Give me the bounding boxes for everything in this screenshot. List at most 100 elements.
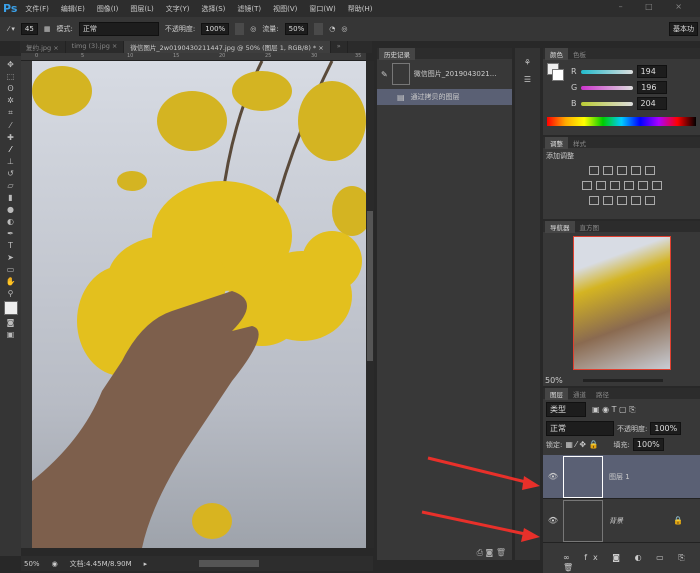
screen-mode-icon[interactable]: ▣ xyxy=(7,330,15,339)
eyedropper-icon[interactable]: ⁄ xyxy=(10,121,11,130)
brush-size-picker[interactable]: 45 xyxy=(20,23,38,35)
menu-file[interactable]: 文件(F) xyxy=(25,4,49,14)
opacity-dropdown[interactable] xyxy=(235,23,245,35)
zoom-tool-icon[interactable]: ⚲ xyxy=(8,289,14,298)
menu-edit[interactable]: 编辑(E) xyxy=(61,4,85,14)
tab-paths[interactable]: 路径 xyxy=(591,388,614,400)
tab-channels[interactable]: 通道 xyxy=(568,388,591,400)
lock-icons[interactable]: ▦ ⁄ ✥ 🔒 xyxy=(565,440,598,449)
layer-opacity-field[interactable]: 100% xyxy=(650,422,682,435)
path-select-icon[interactable]: ➤ xyxy=(7,253,14,262)
layers-footer-icons[interactable]: ∞ fx ◙ ◐ ▭ ⎘ 🗑 xyxy=(563,553,700,572)
green-value[interactable]: 196 xyxy=(637,81,668,94)
quick-mask-icon[interactable]: ◙ xyxy=(7,318,15,327)
marquee-tool-icon[interactable]: ⬚ xyxy=(7,72,15,81)
tabs-overflow[interactable]: » xyxy=(331,41,348,53)
move-tool-icon[interactable]: ✥ xyxy=(7,60,14,69)
color-swatches-icon[interactable] xyxy=(3,301,18,315)
healing-brush-icon[interactable]: ✚ xyxy=(7,133,14,142)
mode-label: 模式: xyxy=(56,25,73,33)
tab-doc-active[interactable]: 微信图片_2w0190430211447.jpg @ 50% (图层 1, RG… xyxy=(124,41,331,53)
menu-help[interactable]: 帮助(H) xyxy=(348,4,373,14)
doc-size: 文档:4.45M/8.90M xyxy=(69,559,132,568)
layer-filter-icons[interactable]: ▣ ◉ T ▢ ⎘ xyxy=(592,405,636,415)
background-color[interactable] xyxy=(552,69,564,81)
brush-panel-icon[interactable]: ▦ xyxy=(44,25,51,33)
menu-image[interactable]: 图像(I) xyxy=(97,4,119,14)
magic-wand-icon[interactable]: ✲ xyxy=(7,96,14,105)
tab-doc-1[interactable]: 复约.jpg × xyxy=(20,41,66,53)
menu-select[interactable]: 选择(S) xyxy=(201,4,225,14)
flow-field[interactable]: 50% xyxy=(284,23,309,35)
tab-history[interactable]: 历史记录 xyxy=(379,47,415,60)
pressure-opacity-icon[interactable]: ◎ xyxy=(250,25,256,33)
canvas-vertical-scrollbar[interactable] xyxy=(366,61,374,548)
tab-adjustments[interactable]: 调整 xyxy=(545,136,568,149)
layer-name[interactable]: 图层 1 xyxy=(609,472,630,482)
adjustments-panel: 调整 样式 添加调整 xyxy=(543,136,700,219)
history-brush-source-icon[interactable]: ✎ xyxy=(381,70,388,79)
document-canvas[interactable] xyxy=(32,61,366,548)
menu-layer[interactable]: 图层(L) xyxy=(130,4,153,14)
type-tool-icon[interactable]: T xyxy=(8,241,13,250)
layer-row-layer1[interactable]: 👁 图层 1 xyxy=(543,455,700,499)
brush-tool-icon[interactable]: ⁄ ▾ xyxy=(8,25,15,33)
history-footer-icons[interactable]: ⎙ ◙ 🗑 xyxy=(477,548,506,558)
dodge-tool-icon[interactable]: ◐ xyxy=(7,217,14,226)
opacity-field[interactable]: 100% xyxy=(201,23,230,35)
pen-tool-icon[interactable]: ✒ xyxy=(7,229,14,238)
menu-type[interactable]: 文字(Y) xyxy=(166,4,190,14)
history-state[interactable]: ▤ 通过拷贝的图层 xyxy=(377,89,512,105)
window-controls[interactable]: – □ × xyxy=(619,2,692,11)
pressure-size-icon[interactable]: ◎ xyxy=(341,25,347,33)
shape-tool-icon[interactable]: ▭ xyxy=(7,265,15,274)
menu-window[interactable]: 窗口(W) xyxy=(309,4,335,14)
layer-name[interactable]: 背景 xyxy=(609,516,623,526)
brush-presets-icon[interactable]: ⚘ xyxy=(515,58,540,67)
crop-tool-icon[interactable]: ⌗ xyxy=(8,108,13,118)
stamp-tool-icon[interactable]: ⊥ xyxy=(7,157,14,166)
canvas-horizontal-scrollbar[interactable] xyxy=(199,560,260,567)
navigator-zoom-slider[interactable] xyxy=(582,379,663,382)
status-info-icon[interactable]: ◉ xyxy=(52,560,58,568)
lasso-tool-icon[interactable]: ʘ xyxy=(7,84,13,93)
layer-filter-select[interactable]: 类型 xyxy=(546,402,586,417)
tab-doc-2[interactable]: timg (3).jpg × xyxy=(66,41,125,53)
navigator-preview[interactable] xyxy=(572,236,671,370)
blue-value[interactable]: 204 xyxy=(636,97,667,110)
adjustment-icons[interactable] xyxy=(543,164,700,209)
fill-label: 填充: xyxy=(613,440,630,449)
status-menu-arrow[interactable]: ▸ xyxy=(144,560,148,568)
menu-view[interactable]: 视图(V) xyxy=(273,4,297,14)
tab-navigator[interactable]: 导航器 xyxy=(545,220,575,233)
brush-tool-icon[interactable]: ⁄ xyxy=(10,145,11,154)
color-spectrum[interactable] xyxy=(547,117,696,126)
flow-dropdown[interactable] xyxy=(314,23,324,35)
visibility-eye-icon[interactable]: 👁 xyxy=(543,472,563,481)
zoom-level[interactable]: 50% xyxy=(24,560,40,568)
tab-styles[interactable]: 样式 xyxy=(568,137,591,149)
airbrush-icon[interactable]: ◔ xyxy=(329,25,335,33)
workspace-button[interactable]: 基本功 xyxy=(669,22,698,36)
blur-tool-icon[interactable]: ● xyxy=(7,205,14,214)
eraser-icon[interactable]: ▱ xyxy=(7,181,13,190)
blend-mode-select[interactable]: 正常 xyxy=(546,421,614,436)
layer-row-background[interactable]: 👁 背景 🔒 xyxy=(543,499,700,543)
tab-swatches[interactable]: 色板 xyxy=(568,48,591,60)
tab-histogram[interactable]: 直方图 xyxy=(575,221,605,233)
hand-tool-icon[interactable]: ✋ xyxy=(6,277,16,286)
history-snapshot[interactable]: ✎ 微信图片_2019043021... xyxy=(377,59,512,89)
red-value[interactable]: 194 xyxy=(636,65,667,78)
adjustments-title: 添加调整 xyxy=(546,152,574,160)
gradient-tool-icon[interactable]: ▮ xyxy=(8,193,12,202)
visibility-eye-icon[interactable]: 👁 xyxy=(543,516,563,525)
history-brush-icon[interactable]: ↺ xyxy=(7,169,14,178)
tab-color[interactable]: 颜色 xyxy=(545,47,568,60)
tab-layers[interactable]: 图层 xyxy=(545,387,568,400)
fill-field[interactable]: 100% xyxy=(632,438,664,451)
mode-select[interactable]: 正常 xyxy=(78,22,159,36)
navigator-zoom[interactable]: 50% xyxy=(545,376,563,385)
properties-icon[interactable]: ☰ xyxy=(515,75,540,84)
menu-filter[interactable]: 滤镜(T) xyxy=(237,4,261,14)
ruler-horizontal: 0 5 10 15 20 25 30 35 xyxy=(21,53,366,61)
